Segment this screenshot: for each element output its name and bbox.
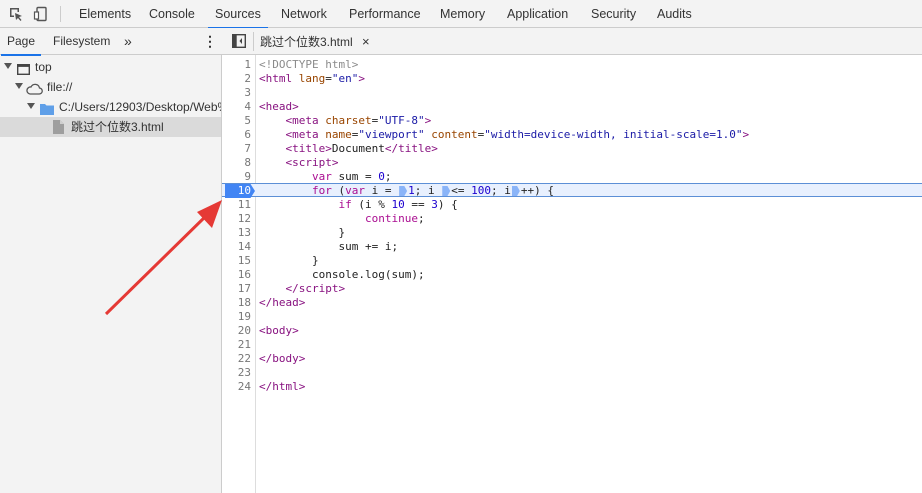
toolbar-divider — [60, 6, 61, 22]
tree-item-label: file:// — [47, 80, 73, 94]
toggle-navigator-icon[interactable] — [231, 33, 247, 51]
tree-item-label: 跳过个位数3.html — [71, 120, 164, 134]
tab-performance[interactable]: Performance — [349, 0, 421, 28]
line-number[interactable]: 4 — [222, 100, 251, 114]
line-number[interactable]: 11 — [222, 198, 251, 212]
code-line: var sum = 0; — [311, 170, 392, 183]
line-number[interactable]: 9 — [222, 170, 251, 184]
tree-item-file[interactable]: file:// — [0, 77, 221, 97]
tree-item-html-file[interactable]: 跳过个位数3.html — [0, 117, 221, 137]
line-number[interactable]: 24 — [222, 380, 251, 394]
line-number[interactable]: 8 — [222, 156, 251, 170]
navigator-menu-icon[interactable]: ⋮ — [203, 28, 217, 55]
line-number[interactable]: 14 — [222, 240, 251, 254]
line-number[interactable]: 20 — [222, 324, 251, 338]
line-number[interactable]: 19 — [222, 310, 251, 324]
line-number[interactable]: 16 — [222, 268, 251, 282]
code-line: <meta charset="UTF-8"> — [285, 114, 432, 127]
line-number[interactable]: 18 — [222, 296, 251, 310]
close-tab-icon[interactable]: × — [362, 34, 370, 49]
line-number[interactable]: 7 — [222, 142, 251, 156]
expand-arrow-icon[interactable] — [4, 63, 12, 69]
tree-item-label: top — [35, 60, 52, 74]
code-line: <head> — [259, 100, 299, 113]
code-line: <title>Document</title> — [285, 142, 438, 155]
tab-page[interactable]: Page — [0, 28, 42, 56]
line-number[interactable]: 23 — [222, 366, 251, 380]
divider — [253, 32, 254, 51]
code-line: <body> — [259, 324, 299, 337]
file-tab-label: 跳过个位数3.html — [260, 35, 353, 49]
line-number[interactable]: 15 — [222, 254, 251, 268]
code-line: </html> — [259, 380, 306, 393]
code-line: <meta name="viewport" content="width=dev… — [285, 128, 750, 141]
inspect-element-icon[interactable] — [8, 6, 24, 22]
inline-breakpoint-marker[interactable] — [511, 186, 520, 196]
navigator-panel: Page Filesystem » ⋮ top file:// C:/Users… — [0, 28, 222, 493]
expand-arrow-icon[interactable] — [27, 103, 35, 109]
tree-item-top[interactable]: top — [0, 57, 221, 77]
line-number[interactable]: 12 — [222, 212, 251, 226]
line-number[interactable]: 17 — [222, 282, 251, 296]
code-line: </head> — [259, 296, 306, 309]
code-line: <html lang="en"> — [259, 72, 365, 85]
code-line: } — [259, 226, 346, 239]
cloud-icon — [26, 81, 43, 97]
code-line: <script> — [285, 156, 339, 169]
line-number[interactable]: 1 — [222, 58, 251, 72]
code-line: </script> — [285, 282, 346, 295]
line-number[interactable]: 13 — [222, 226, 251, 240]
code-line: sum += i; — [259, 240, 399, 253]
tab-network[interactable]: Network — [281, 0, 327, 28]
code-line: if (i % 10 == 3) { — [338, 198, 458, 211]
breakpoint-marker[interactable]: 10 — [225, 184, 255, 198]
code-line: <!DOCTYPE html> — [259, 58, 359, 71]
file-icon — [53, 120, 64, 137]
tab-memory[interactable]: Memory — [440, 0, 485, 28]
tab-security[interactable]: Security — [591, 0, 636, 28]
devtools-toolbar: Elements Console Sources Network Perform… — [0, 0, 922, 29]
tree-item-folder[interactable]: C:/Users/12903/Desktop/Web% — [0, 97, 221, 117]
more-tabs-icon[interactable]: » — [124, 28, 132, 55]
line-number[interactable]: 21 — [222, 338, 251, 352]
tab-filesystem[interactable]: Filesystem — [53, 28, 110, 55]
expand-arrow-icon[interactable] — [15, 83, 23, 89]
tree-item-label: C:/Users/12903/Desktop/Web% — [59, 100, 221, 114]
line-number[interactable]: 2 — [222, 72, 251, 86]
code-line: } — [259, 254, 319, 267]
navigator-tabs: Page Filesystem » ⋮ — [0, 28, 222, 56]
tab-audits[interactable]: Audits — [657, 0, 692, 28]
code-line: </body> — [259, 352, 306, 365]
tab-application[interactable]: Application — [507, 0, 568, 28]
editor-tabbar: 跳过个位数3.html × — [222, 28, 922, 55]
line-number[interactable]: 22 — [222, 352, 251, 366]
code-line: for (var i = 1; i <= 100; i ++) { — [311, 184, 554, 197]
device-toolbar-icon[interactable] — [33, 6, 49, 22]
tab-sources[interactable]: Sources — [208, 0, 268, 29]
code-line: continue; — [364, 212, 425, 225]
folder-icon — [40, 101, 54, 117]
tab-console[interactable]: Console — [149, 0, 195, 28]
line-number[interactable]: 6 — [222, 128, 251, 142]
editor-panel: 跳过个位数3.html × 1 2 3 4 5 6 7 8 9 10 11 12… — [222, 28, 922, 493]
line-number[interactable]: 5 — [222, 114, 251, 128]
code-line: console.log(sum); — [259, 268, 425, 281]
tab-elements[interactable]: Elements — [79, 0, 131, 28]
editor-file-tab[interactable]: 跳过个位数3.html × — [260, 28, 370, 55]
inline-breakpoint-marker[interactable] — [399, 186, 408, 196]
line-number[interactable]: 3 — [222, 86, 251, 100]
frame-icon — [16, 61, 31, 77]
inline-breakpoint-marker[interactable] — [442, 186, 451, 196]
